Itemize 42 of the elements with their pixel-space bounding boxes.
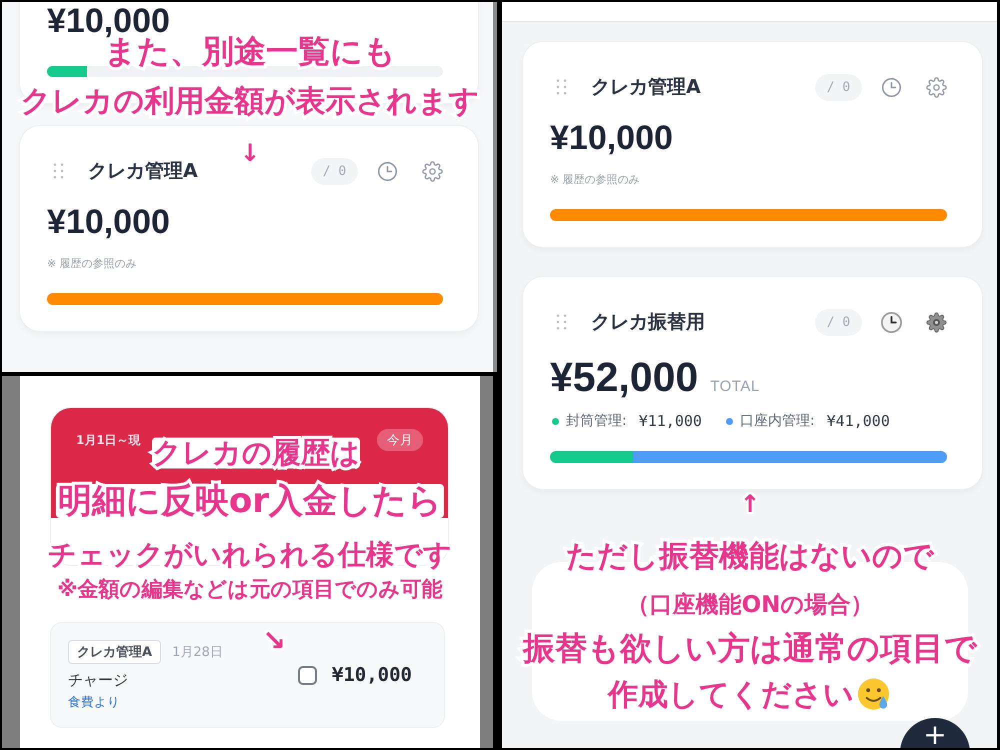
annotation-arrow: ↘ [262,627,286,655]
annotation-text: 作成してください [608,679,854,711]
legend-value: ¥11,000 [638,412,702,430]
annotation-text: クレカの利用金額が表示されます [20,86,480,118]
card-title: クレカ管理A [591,75,701,100]
drag-handle-icon[interactable] [556,79,567,95]
drag-handle-icon[interactable] [53,163,64,179]
annotation-text: 振替も欲しい方は通常の項目で [523,631,977,665]
note-text: ※ 履歴の参照のみ [550,172,640,188]
amount-text: ¥10,000 [550,118,673,158]
amount-text: ¥10,000 [47,202,170,242]
period-text: 1月1日～現 [76,432,141,448]
legend-label: 口座内管理: [740,412,815,430]
gear-icon[interactable] [926,312,947,332]
annotation-text: ただし振替機能はないので [566,541,934,573]
amount-text: ¥10,000 [332,664,412,686]
account-tag: クレカ管理A [68,640,162,664]
annotation-arrow: ↑ [740,490,760,518]
note-text: ※ 履歴の参照のみ [47,256,137,272]
count-badge: / 0 [311,158,358,184]
source-text: 食費より [68,694,120,710]
count-badge: / 0 [815,308,862,336]
annotation-text: クレカの履歴は [152,438,360,468]
period-badge: 今月 [377,429,423,451]
checkbox[interactable] [298,666,317,684]
annotation-text: ※金額の編集などは元の項目でのみ可能 [57,577,443,601]
annotation-text: チェックがいれられる仕様です [48,540,452,570]
amount-text: ¥52,000 [550,353,698,401]
annotation-text: （口座機能ONの場合） [626,592,874,618]
clock-icon[interactable] [881,312,902,332]
count-badge: / 0 [815,74,862,100]
card-title: クレカ振替用 [591,310,705,335]
annotation-arrow: ↓ [240,139,260,167]
drag-handle-icon[interactable] [556,314,567,330]
smiling-face-with-tear-icon [857,678,892,712]
card-title: クレカ管理A [88,159,198,184]
add-button[interactable]: + [900,718,970,748]
legend-label: 封筒管理: [566,412,627,430]
transaction-title: チャージ [68,670,128,690]
total-label: TOTAL [710,378,760,395]
legend-value: ¥41,000 [826,412,890,430]
date-text: 1月28日 [172,644,223,661]
